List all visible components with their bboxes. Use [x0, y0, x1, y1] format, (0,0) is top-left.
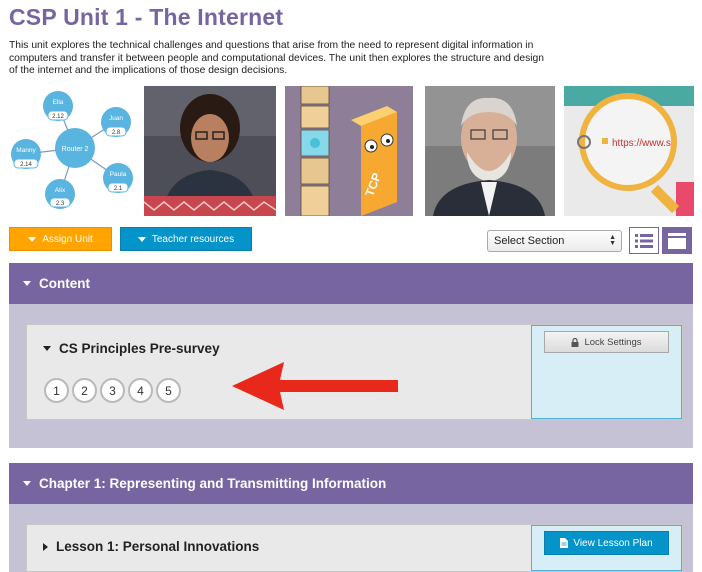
lock-settings-label: Lock Settings	[584, 336, 642, 348]
lesson-card-personal-innovations: Lesson 1: Personal Innovations View Less…	[26, 524, 683, 572]
teacher-resources-label: Teacher resources	[151, 233, 235, 245]
tcp-illustration: TCP	[285, 86, 413, 216]
lesson-title: Lesson 1: Personal Innovations	[56, 539, 260, 554]
video-thumbnail-vint-cerf[interactable]	[425, 86, 555, 216]
svg-text:2.14: 2.14	[20, 162, 32, 168]
teacher-resources-button[interactable]: Teacher resources	[120, 227, 252, 251]
lesson-side-panel: Lock Settings	[531, 325, 682, 419]
router-diagram-thumbnail[interactable]: Router 2 Ella 2.12 Juan 2.8 Manny 2.14 P…	[8, 86, 138, 216]
svg-text:Manny: Manny	[16, 147, 36, 154]
svg-text:Alix: Alix	[55, 187, 66, 194]
section-select-value: Select Section	[494, 235, 565, 247]
lesson-title-row[interactable]: Lesson 1: Personal Innovations	[43, 539, 259, 554]
detail-view-toggle[interactable]	[662, 227, 692, 254]
thumbnail-strip: Router 2 Ella 2.12 Juan 2.8 Manny 2.14 P…	[8, 86, 694, 216]
svg-text:2.1: 2.1	[114, 186, 123, 192]
assign-unit-label: Assign Unit	[42, 233, 93, 245]
https-illustration: https://www.s	[564, 86, 694, 216]
section-title: Chapter 1: Representing and Transmitting…	[39, 476, 387, 491]
router-label: Router 2	[62, 146, 89, 153]
node-alix: Alix 2.3	[45, 179, 75, 209]
list-view-toggle[interactable]	[629, 227, 659, 254]
caret-down-icon	[23, 481, 31, 486]
svg-text:2.12: 2.12	[52, 114, 64, 120]
select-arrows-icon: ▲ ▼	[609, 234, 616, 247]
caret-down-icon	[28, 236, 37, 242]
svg-text:Juan: Juan	[109, 115, 123, 122]
view-lesson-plan-button[interactable]: View Lesson Plan	[544, 531, 669, 555]
node-ella: Ella 2.12	[43, 91, 73, 121]
node-juan: Juan 2.8	[101, 107, 131, 137]
section-select[interactable]: Select Section ▲ ▼	[487, 230, 622, 252]
assign-unit-button[interactable]: Assign Unit	[9, 227, 112, 251]
svg-text:Paula: Paula	[110, 171, 127, 178]
level-bubble-1[interactable]: 1	[44, 378, 69, 403]
video-thumbnail-tcp[interactable]: TCP	[285, 86, 413, 216]
content-section-header[interactable]: Content	[9, 263, 693, 304]
chapter-1-section-header[interactable]: Chapter 1: Representing and Transmitting…	[9, 463, 693, 504]
lesson-side-panel: View Lesson Plan	[531, 525, 682, 571]
level-bubble-5[interactable]: 5	[156, 378, 181, 403]
level-bubble-2[interactable]: 2	[72, 378, 97, 403]
person-photo	[144, 86, 276, 216]
svg-text:https://www.s: https://www.s	[612, 138, 671, 149]
unit-description: This unit explores the technical challen…	[9, 40, 545, 77]
svg-text:2.8: 2.8	[112, 130, 121, 136]
video-thumbnail-https[interactable]: https://www.s	[564, 86, 694, 216]
lock-icon	[571, 337, 579, 347]
content-section: Content CS Principles Pre-survey 1 2 3 4…	[9, 263, 693, 448]
video-thumbnail-student[interactable]	[144, 86, 276, 216]
level-bubble-4[interactable]: 4	[128, 378, 153, 403]
node-manny: Manny 2.14	[11, 139, 41, 169]
page-title: CSP Unit 1 - The Internet	[9, 4, 284, 30]
level-bubbles: 1 2 3 4 5	[44, 378, 181, 403]
view-lesson-plan-label: View Lesson Plan	[573, 537, 653, 549]
lesson-title: CS Principles Pre-survey	[59, 341, 220, 356]
caret-down-icon	[23, 281, 31, 286]
lock-settings-button[interactable]: Lock Settings	[544, 331, 669, 353]
caret-right-icon	[43, 542, 48, 551]
level-bubble-3[interactable]: 3	[100, 378, 125, 403]
chapter-1-section: Chapter 1: Representing and Transmitting…	[9, 463, 693, 572]
detail-view-icon	[668, 232, 686, 249]
document-icon	[560, 538, 569, 548]
red-annotation-arrow-icon	[232, 362, 398, 410]
svg-text:2.3: 2.3	[56, 201, 65, 207]
section-title: Content	[39, 276, 90, 291]
node-paula: Paula 2.1	[103, 163, 133, 193]
caret-down-icon	[43, 346, 51, 351]
list-view-icon	[635, 233, 653, 248]
lesson-title-row[interactable]: CS Principles Pre-survey	[43, 341, 220, 356]
man-photo	[425, 86, 555, 216]
router-diagram: Router 2 Ella 2.12 Juan 2.8 Manny 2.14 P…	[11, 91, 133, 209]
caret-down-icon	[137, 236, 146, 242]
svg-text:Ella: Ella	[53, 99, 64, 106]
